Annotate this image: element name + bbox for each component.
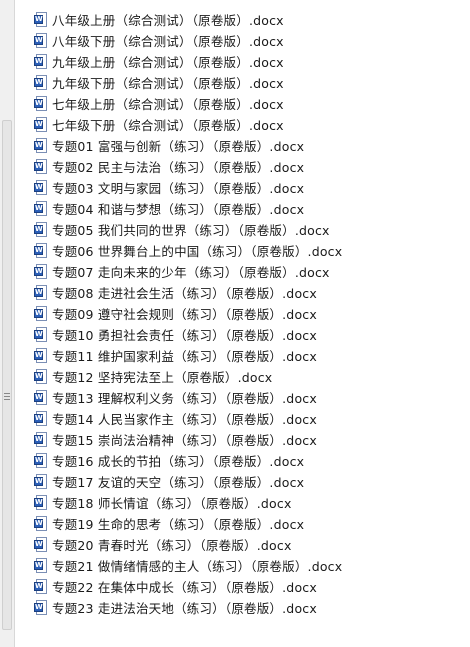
file-item[interactable]: W 专题08 走进社会生活（练习）（原卷版）.docx: [34, 282, 342, 303]
file-name: 专题07 走向未来的少年（练习）（原卷版）.docx: [52, 265, 330, 280]
file-item[interactable]: W 专题20 青春时光（练习）（原卷版）.docx: [34, 534, 342, 555]
file-item[interactable]: W 专题18 师长情谊（练习）（原卷版）.docx: [34, 492, 342, 513]
word-document-icon: W: [34, 495, 47, 510]
word-document-icon: W: [34, 348, 47, 363]
file-item[interactable]: W 专题07 走向未来的少年（练习）（原卷版）.docx: [34, 261, 342, 282]
word-document-icon: W: [34, 159, 47, 174]
word-document-icon: W: [34, 12, 47, 27]
file-name: 专题13 理解权利义务（练习）（原卷版）.docx: [52, 391, 317, 406]
file-name: 专题15 崇尚法治精神（练习）（原卷版）.docx: [52, 433, 317, 448]
file-item[interactable]: W 七年级下册（综合测试）（原卷版）.docx: [34, 114, 342, 135]
file-item[interactable]: W 专题19 生命的思考（练习）（原卷版）.docx: [34, 513, 342, 534]
file-item[interactable]: W 专题02 民主与法治（练习）（原卷版）.docx: [34, 156, 342, 177]
word-document-icon: W: [34, 369, 47, 384]
file-name: 专题12 坚持宪法至上（原卷版）.docx: [52, 370, 273, 385]
file-item[interactable]: W 九年级下册（综合测试）（原卷版）.docx: [34, 72, 342, 93]
word-document-icon: W: [34, 96, 47, 111]
word-document-icon: W: [34, 474, 47, 489]
file-name: 八年级下册（综合测试）（原卷版）.docx: [52, 34, 284, 49]
file-item[interactable]: W 专题15 崇尚法治精神（练习）（原卷版）.docx: [34, 429, 342, 450]
word-document-icon: W: [34, 306, 47, 321]
file-item[interactable]: W 专题04 和谐与梦想（练习）（原卷版）.docx: [34, 198, 342, 219]
file-item[interactable]: W 专题22 在集体中成长（练习）（原卷版）.docx: [34, 576, 342, 597]
word-document-icon: W: [34, 453, 47, 468]
word-document-icon: W: [34, 558, 47, 573]
file-name: 专题06 世界舞台上的中国（练习）（原卷版）.docx: [52, 244, 343, 259]
file-name: 专题17 友谊的天空（练习）（原卷版）.docx: [52, 475, 305, 490]
file-item[interactable]: W 专题10 勇担社会责任（练习）（原卷版）.docx: [34, 324, 342, 345]
file-name: 专题20 青春时光（练习）（原卷版）.docx: [52, 538, 292, 553]
file-item[interactable]: W 专题11 维护国家利益（练习）（原卷版）.docx: [34, 345, 342, 366]
word-document-icon: W: [34, 138, 47, 153]
file-name: 专题19 生命的思考（练习）（原卷版）.docx: [52, 517, 305, 532]
file-name: 七年级上册（综合测试）（原卷版）.docx: [52, 97, 284, 112]
word-document-icon: W: [34, 537, 47, 552]
file-item[interactable]: W 专题17 友谊的天空（练习）（原卷版）.docx: [34, 471, 342, 492]
file-item[interactable]: W 专题16 成长的节拍（练习）（原卷版）.docx: [34, 450, 342, 471]
file-item[interactable]: W 九年级上册（综合测试）（原卷版）.docx: [34, 51, 342, 72]
file-item[interactable]: W 专题01 富强与创新（练习）（原卷版）.docx: [34, 135, 342, 156]
file-item[interactable]: W 专题13 理解权利义务（练习）（原卷版）.docx: [34, 387, 342, 408]
file-name: 专题14 人民当家作主（练习）（原卷版）.docx: [52, 412, 317, 427]
file-name: 专题04 和谐与梦想（练习）（原卷版）.docx: [52, 202, 305, 217]
file-name: 专题10 勇担社会责任（练习）（原卷版）.docx: [52, 328, 317, 343]
file-name: 九年级上册（综合测试）（原卷版）.docx: [52, 55, 284, 70]
word-document-icon: W: [34, 33, 47, 48]
word-document-icon: W: [34, 327, 47, 342]
file-name: 专题21 做情绪情感的主人（练习）（原卷版）.docx: [52, 559, 343, 574]
file-name: 九年级下册（综合测试）（原卷版）.docx: [52, 76, 284, 91]
file-name: 专题08 走进社会生活（练习）（原卷版）.docx: [52, 286, 317, 301]
file-name: 专题18 师长情谊（练习）（原卷版）.docx: [52, 496, 292, 511]
word-document-icon: W: [34, 600, 47, 615]
file-name: 专题11 维护国家利益（练习）（原卷版）.docx: [52, 349, 317, 364]
file-name: 专题23 走进法治天地（练习）（原卷版）.docx: [52, 601, 317, 616]
word-document-icon: W: [34, 285, 47, 300]
file-item[interactable]: W 专题21 做情绪情感的主人（练习）（原卷版）.docx: [34, 555, 342, 576]
file-item[interactable]: W 专题05 我们共同的世界（练习）（原卷版）.docx: [34, 219, 342, 240]
file-item[interactable]: W 专题03 文明与家园（练习）（原卷版）.docx: [34, 177, 342, 198]
word-document-icon: W: [34, 516, 47, 531]
word-document-icon: W: [34, 579, 47, 594]
word-document-icon: W: [34, 264, 47, 279]
scrollbar-thumb[interactable]: [2, 120, 12, 630]
file-item[interactable]: W 专题06 世界舞台上的中国（练习）（原卷版）.docx: [34, 240, 342, 261]
file-name: 八年级上册（综合测试）（原卷版）.docx: [52, 13, 284, 28]
word-document-icon: W: [34, 411, 47, 426]
word-document-icon: W: [34, 180, 47, 195]
file-name: 专题03 文明与家园（练习）（原卷版）.docx: [52, 181, 305, 196]
file-item[interactable]: W 专题23 走进法治天地（练习）（原卷版）.docx: [34, 597, 342, 618]
file-name: 七年级下册（综合测试）（原卷版）.docx: [52, 118, 284, 133]
file-name: 专题02 民主与法治（练习）（原卷版）.docx: [52, 160, 305, 175]
file-item[interactable]: W 专题12 坚持宪法至上（原卷版）.docx: [34, 366, 342, 387]
word-document-icon: W: [34, 75, 47, 90]
word-document-icon: W: [34, 201, 47, 216]
file-name: 专题01 富强与创新（练习）（原卷版）.docx: [52, 139, 305, 154]
file-list: W 八年级上册（综合测试）（原卷版）.docx W 八年级下册（综合测试）（原卷版）.…: [34, 9, 342, 618]
file-item[interactable]: W 七年级上册（综合测试）（原卷版）.docx: [34, 93, 342, 114]
file-item[interactable]: W 八年级上册（综合测试）（原卷版）.docx: [34, 9, 342, 30]
word-document-icon: W: [34, 243, 47, 258]
file-item[interactable]: W 八年级下册（综合测试）（原卷版）.docx: [34, 30, 342, 51]
file-name: 专题22 在集体中成长（练习）（原卷版）.docx: [52, 580, 317, 595]
word-document-icon: W: [34, 117, 47, 132]
word-document-icon: W: [34, 222, 47, 237]
file-item[interactable]: W 专题14 人民当家作主（练习）（原卷版）.docx: [34, 408, 342, 429]
file-name: 专题09 遵守社会规则（练习）（原卷版）.docx: [52, 307, 317, 322]
word-document-icon: W: [34, 390, 47, 405]
scrollbar-grip-icon: [4, 393, 10, 401]
file-name: 专题16 成长的节拍（练习）（原卷版）.docx: [52, 454, 305, 469]
word-document-icon: W: [34, 54, 47, 69]
file-name: 专题05 我们共同的世界（练习）（原卷版）.docx: [52, 223, 330, 238]
file-item[interactable]: W 专题09 遵守社会规则（练习）（原卷版）.docx: [34, 303, 342, 324]
word-document-icon: W: [34, 432, 47, 447]
navigation-pane-scrollbar[interactable]: [0, 0, 15, 647]
